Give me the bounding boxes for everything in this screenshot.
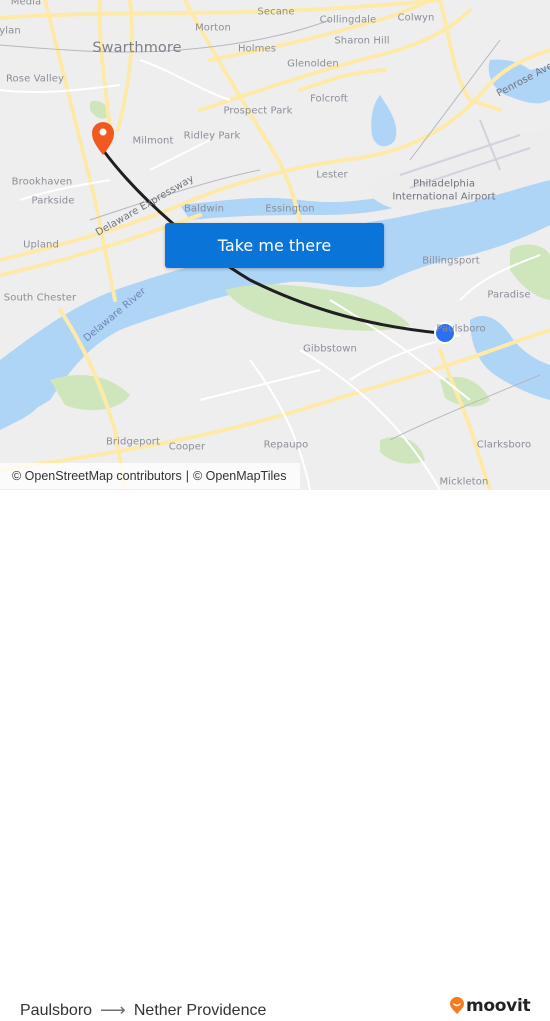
moovit-pin-icon <box>450 997 464 1014</box>
take-me-there-button[interactable]: Take me there <box>165 223 384 268</box>
osm-attribution-link[interactable]: © OpenStreetMap contributors <box>12 469 182 483</box>
place-label-billingsport: Billingsport <box>422 255 480 267</box>
place-label-lester: Lester <box>316 169 348 181</box>
arrow-right-icon: ⟶ <box>100 1000 126 1020</box>
place-label-sharon-hill: Sharon Hill <box>334 35 390 47</box>
map-view[interactable]: Media ylan Swarthmore Morton Secane Coll… <box>0 0 550 490</box>
place-label-swarthmore: Swarthmore <box>92 40 182 56</box>
place-label-colwyn: Colwyn <box>397 12 435 24</box>
place-label-media: Media <box>10 0 42 8</box>
green-mickleton <box>380 436 425 464</box>
place-label-morton: Morton <box>195 22 231 34</box>
place-label-prospect-park: Prospect Park <box>223 105 293 117</box>
place-label-gibbstown: Gibbstown <box>303 343 357 355</box>
place-label-international-airport: International Airport <box>392 191 496 203</box>
place-label-rose-valley: Rose Valley <box>5 73 65 85</box>
darby-creek-water <box>371 95 397 147</box>
place-label-paulsboro: Paulsboro <box>436 323 486 335</box>
place-label-milmont: Milmont <box>132 135 174 147</box>
place-label-clarksboro: Clarksboro <box>476 439 532 451</box>
place-label-ylan: ylan <box>0 25 21 37</box>
place-label-glenolden: Glenolden <box>287 58 339 70</box>
destination-pin-icon <box>92 122 114 155</box>
moovit-wordmark: moovit <box>466 996 531 1016</box>
footer-bar: Paulsboro ⟶ Nether Providence moovit <box>0 490 550 1020</box>
moovit-logo[interactable]: moovit <box>449 996 531 1016</box>
route-destination: Nether Providence <box>133 1001 267 1019</box>
route-title: Paulsboro ⟶ Nether Providence <box>20 1000 266 1021</box>
place-label-paradise: Paradise <box>487 289 531 301</box>
place-label-mickleton: Mickleton <box>439 476 489 488</box>
place-label-baldwin: Baldwin <box>183 203 225 215</box>
place-label-south-chester: South Chester <box>3 292 77 304</box>
attribution-separator: | <box>185 469 189 483</box>
place-label-upland: Upland <box>23 239 59 251</box>
place-label-ridley-park: Ridley Park <box>183 130 241 142</box>
place-label-essington: Essington <box>265 203 315 215</box>
map-attribution: © OpenStreetMap contributors | © OpenMap… <box>0 463 300 489</box>
place-label-folcroft: Folcroft <box>310 93 348 105</box>
nj-green-south <box>50 375 130 411</box>
place-label-secane: Secane <box>257 6 295 18</box>
omt-attribution-link[interactable]: © OpenMapTiles <box>193 469 287 483</box>
place-label-parkside: Parkside <box>31 195 75 207</box>
place-label-collingdale: Collingdale <box>319 14 377 26</box>
place-label-bridgeport: Bridgeport <box>105 436 161 448</box>
place-label-brookhaven: Brookhaven <box>11 176 73 188</box>
route-origin: Paulsboro <box>20 1001 93 1019</box>
place-label-philadelphia: Philadelphia <box>412 178 476 190</box>
place-label-repaupo: Repaupo <box>263 439 309 451</box>
place-label-cooper: Cooper <box>168 441 206 453</box>
place-label-holmes: Holmes <box>237 43 277 55</box>
